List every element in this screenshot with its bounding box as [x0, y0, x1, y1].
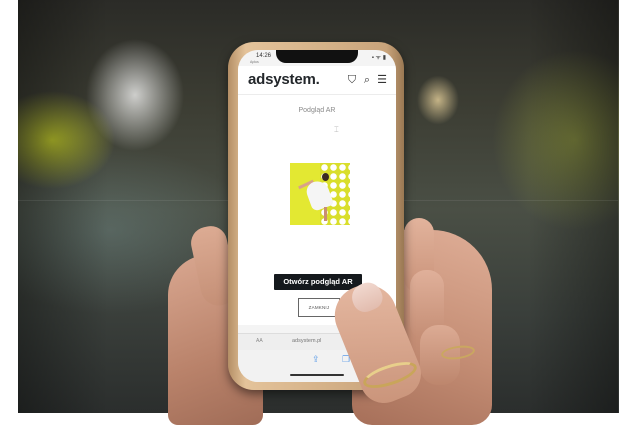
- cursor-icon: ⌶: [334, 125, 342, 135]
- basket-icon[interactable]: ⛉: [346, 74, 358, 86]
- reader-aa-button[interactable]: AA: [256, 338, 263, 344]
- url-text[interactable]: adsystem.pl: [292, 338, 321, 344]
- photo-border-left: [0, 0, 18, 419]
- status-time: 14:26: [256, 53, 271, 59]
- search-icon[interactable]: ⌕: [361, 74, 373, 86]
- ar-product-image: [290, 163, 350, 225]
- figure-leg: [324, 207, 327, 221]
- photo-border-bottom: [0, 413, 633, 419]
- status-icons: ▪ ᯤ ▮: [372, 53, 386, 61]
- figure-head: [322, 173, 329, 181]
- phone-notch: [276, 50, 358, 63]
- status-carrier: Aplus: [250, 60, 259, 64]
- home-indicator: [290, 374, 344, 376]
- site-header: adsystem. ⛉ ⌕ ☰: [238, 66, 396, 95]
- menu-icon[interactable]: ☰: [376, 74, 388, 86]
- open-ar-preview-button[interactable]: Otwórz podgląd AR: [274, 274, 362, 290]
- preview-title: Podgląd AR: [238, 107, 396, 114]
- site-logo[interactable]: adsystem.: [248, 71, 320, 88]
- photo-border-right: [619, 0, 633, 419]
- share-icon[interactable]: ⇪: [312, 354, 320, 365]
